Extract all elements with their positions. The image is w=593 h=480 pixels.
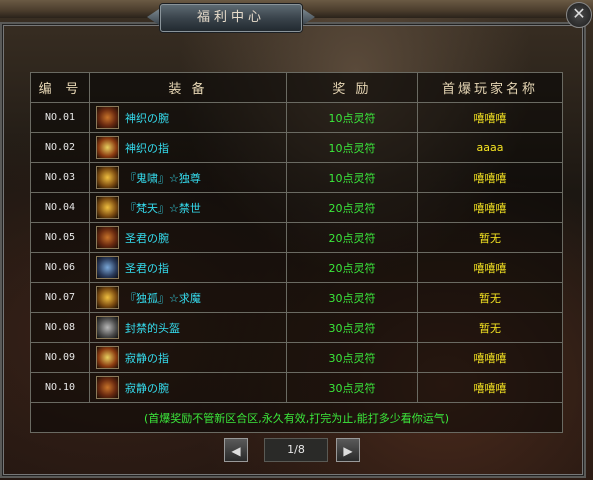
equip-cell[interactable]: 『独孤』☆求魔 — [89, 282, 287, 313]
reward-value: 30点灵符 — [286, 312, 418, 343]
ring-icon[interactable] — [96, 346, 119, 369]
equip-cell[interactable]: 圣君の指 — [89, 252, 287, 283]
first-drop-player: 嘻嘻嘻 — [417, 192, 563, 223]
equip-name: 圣君の指 — [125, 261, 169, 275]
equip-name: 神织の腕 — [125, 111, 169, 125]
footer-row: (首爆奖励不管新区合区,永久有效,打完为止,能打多少看你运气) — [30, 402, 563, 433]
equip-name: 『鬼啸』☆独尊 — [125, 171, 201, 185]
title-plate: 福利中心 — [160, 4, 302, 32]
reward-value: 20点灵符 — [286, 222, 418, 253]
prev-page-button[interactable]: ◀ — [224, 438, 248, 462]
first-drop-player: aaaa — [417, 132, 563, 163]
table-row: NO.04 『梵天』☆禁世 20点灵符 嘻嘻嘻 — [30, 192, 563, 223]
row-number: NO.08 — [30, 312, 90, 343]
equip-name: 圣君の腕 — [125, 231, 169, 245]
header-player: 首爆玩家名称 — [417, 72, 563, 103]
equip-cell[interactable]: 圣君の腕 — [89, 222, 287, 253]
next-page-button[interactable]: ▶ — [336, 438, 360, 462]
reward-value: 30点灵符 — [286, 372, 418, 403]
equip-name: 封禁的头盔 — [125, 321, 180, 335]
equip-name: 『梵天』☆禁世 — [125, 201, 201, 215]
header-equip: 装 备 — [89, 72, 287, 103]
equip-name: 神织の指 — [125, 141, 169, 155]
row-number: NO.01 — [30, 102, 90, 133]
first-drop-player: 嘻嘻嘻 — [417, 252, 563, 283]
bracer-icon[interactable] — [96, 376, 119, 399]
row-number: NO.02 — [30, 132, 90, 163]
close-icon: ✕ — [572, 4, 586, 23]
row-number: NO.09 — [30, 342, 90, 373]
helmet-icon[interactable] — [96, 316, 119, 339]
equip-cell[interactable]: 寂静の腕 — [89, 372, 287, 403]
table-row: NO.10 寂静の腕 30点灵符 嘻嘻嘻 — [30, 372, 563, 403]
reward-value: 30点灵符 — [286, 342, 418, 373]
reward-value: 10点灵符 — [286, 102, 418, 133]
row-number: NO.06 — [30, 252, 90, 283]
table-row: NO.01 神织の腕 10点灵符 嘻嘻嘻 — [30, 102, 563, 133]
reward-value: 20点灵符 — [286, 192, 418, 223]
close-button[interactable]: ✕ — [566, 2, 592, 28]
equip-cell[interactable]: 『鬼啸』☆独尊 — [89, 162, 287, 193]
prev-arrow-icon: ◀ — [231, 444, 241, 458]
reward-value: 10点灵符 — [286, 132, 418, 163]
header-reward: 奖 励 — [286, 72, 418, 103]
ring-icon[interactable] — [96, 136, 119, 159]
row-number: NO.10 — [30, 372, 90, 403]
row-number: NO.03 — [30, 162, 90, 193]
first-drop-player: 嘻嘻嘻 — [417, 342, 563, 373]
table-row: NO.06 圣君の指 20点灵符 嘻嘻嘻 — [30, 252, 563, 283]
equip-name: 寂静の指 — [125, 351, 169, 365]
medal-icon[interactable] — [96, 286, 119, 309]
footer-note: (首爆奖励不管新区合区,永久有效,打完为止,能打多少看你运气) — [30, 402, 563, 433]
equip-cell[interactable]: 神织の腕 — [89, 102, 287, 133]
row-number: NO.05 — [30, 222, 90, 253]
first-drop-player: 暂无 — [417, 282, 563, 313]
first-drop-player: 嘻嘻嘻 — [417, 102, 563, 133]
table-row: NO.02 神织の指 10点灵符 aaaa — [30, 132, 563, 163]
reward-value: 10点灵符 — [286, 162, 418, 193]
table-row: NO.07 『独孤』☆求魔 30点灵符 暂无 — [30, 282, 563, 313]
equip-cell[interactable]: 神织の指 — [89, 132, 287, 163]
page-indicator: 1/8 — [264, 438, 328, 462]
equip-cell[interactable]: 寂静の指 — [89, 342, 287, 373]
table-row: NO.08 封禁的头盔 30点灵符 暂无 — [30, 312, 563, 343]
equip-name: 『独孤』☆求魔 — [125, 291, 201, 305]
table-header-row: 编 号 装 备 奖 励 首爆玩家名称 — [30, 72, 563, 103]
medal-icon[interactable] — [96, 196, 119, 219]
reward-value: 30点灵符 — [286, 282, 418, 313]
bracer-icon[interactable] — [96, 106, 119, 129]
row-number: NO.04 — [30, 192, 90, 223]
table-row: NO.05 圣君の腕 20点灵符 暂无 — [30, 222, 563, 253]
medal-icon[interactable] — [96, 166, 119, 189]
reward-value: 20点灵符 — [286, 252, 418, 283]
header-no: 编 号 — [30, 72, 90, 103]
table-row: NO.03 『鬼啸』☆独尊 10点灵符 嘻嘻嘻 — [30, 162, 563, 193]
first-drop-player: 嘻嘻嘻 — [417, 162, 563, 193]
first-drop-player: 嘻嘻嘻 — [417, 372, 563, 403]
equip-cell[interactable]: 封禁的头盔 — [89, 312, 287, 343]
reward-table: 编 号 装 备 奖 励 首爆玩家名称 NO.01 神织の腕 10点灵符 嘻嘻嘻 NO.0… — [30, 72, 563, 433]
first-drop-player: 暂无 — [417, 222, 563, 253]
equip-cell[interactable]: 『梵天』☆禁世 — [89, 192, 287, 223]
next-arrow-icon: ▶ — [343, 444, 353, 458]
first-drop-player: 暂无 — [417, 312, 563, 343]
table-row: NO.09 寂静の指 30点灵符 嘻嘻嘻 — [30, 342, 563, 373]
window-title: 福利中心 — [196, 10, 265, 25]
ring-icon[interactable] — [96, 256, 119, 279]
bracer-icon[interactable] — [96, 226, 119, 249]
row-number: NO.07 — [30, 282, 90, 313]
equip-name: 寂静の腕 — [125, 381, 169, 395]
